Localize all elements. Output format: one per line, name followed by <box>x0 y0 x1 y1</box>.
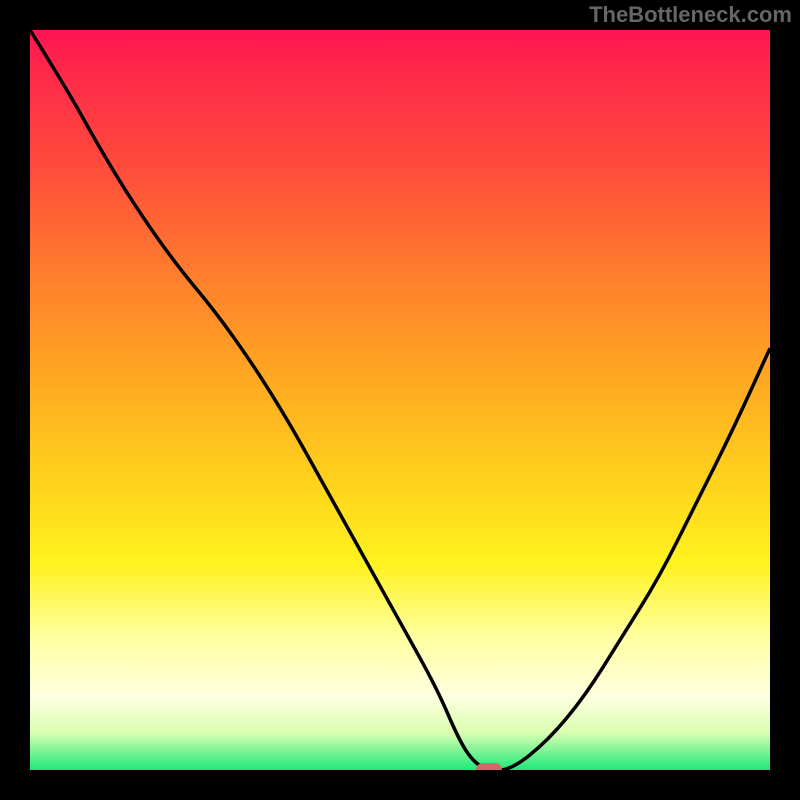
watermark-text: TheBottleneck.com <box>589 2 792 28</box>
plot-area <box>30 30 770 770</box>
bottleneck-curve <box>30 30 770 770</box>
optimal-point-marker <box>476 763 502 770</box>
chart-frame: TheBottleneck.com <box>0 0 800 800</box>
